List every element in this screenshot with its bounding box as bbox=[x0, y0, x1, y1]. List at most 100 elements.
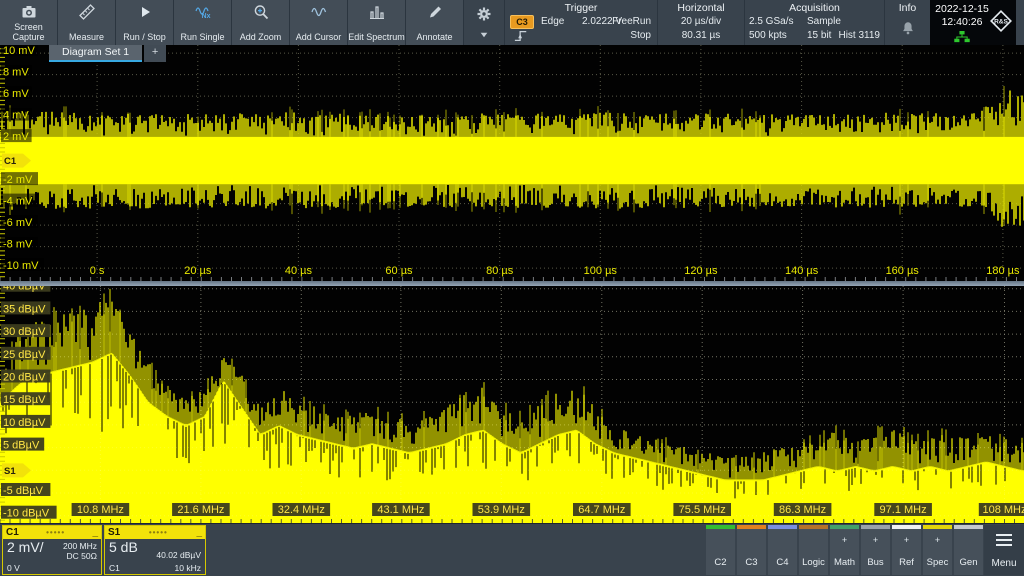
x-tick-label: 21.6 MHz bbox=[177, 504, 224, 516]
horizontal-scale: 20 µs/div bbox=[658, 16, 744, 27]
y-tick-label: 2 mV bbox=[3, 131, 29, 143]
y-tick-label: -8 mV bbox=[3, 239, 33, 251]
y-tick-label: 10 mV bbox=[3, 45, 35, 57]
acquisition-record-length: 500 kpts bbox=[749, 30, 787, 41]
waveform-marker-label: C1 bbox=[4, 156, 17, 167]
spectrum-source: C1 bbox=[109, 563, 120, 573]
channel-button-c2[interactable]: C2 bbox=[706, 525, 735, 575]
y-tick-label: -5 dBµV bbox=[3, 485, 44, 497]
ref-button[interactable]: +Ref bbox=[892, 525, 921, 575]
diagram-tab-bar: Diagram Set 1 + bbox=[49, 45, 166, 62]
y-tick-label: 8 mV bbox=[3, 67, 29, 79]
toolbar-button-edit-spectrum[interactable]: Edit Spectrum bbox=[348, 0, 406, 45]
minimize-button[interactable]: _ bbox=[196, 527, 202, 538]
logic-button[interactable]: Logic bbox=[799, 525, 828, 575]
y-tick-label: -4 mV bbox=[3, 196, 33, 208]
spectrum-scale: 5 dB bbox=[109, 539, 138, 555]
signal-badge-header: S1 ••••• _ bbox=[105, 526, 205, 539]
y-tick-label: -6 mV bbox=[3, 217, 33, 229]
signal-badge-body: 5 dB 40.02 dBµV C1 10 kHz bbox=[105, 539, 205, 574]
y-tick-label: 15 dBµV bbox=[3, 394, 46, 406]
magnifier-icon bbox=[252, 3, 270, 21]
toolbar-button-add-zoom[interactable]: Add Zoom bbox=[232, 0, 290, 45]
menu-button[interactable]: Menu bbox=[984, 525, 1024, 575]
gen-button[interactable]: Gen bbox=[954, 525, 983, 575]
time-domain-diagram[interactable]: 10 mV8 mV6 mV4 mV2 mV-2 mV-4 mV-6 mV-8 m… bbox=[0, 45, 1024, 281]
oscilloscope-screen: Screen Capture Measure Run / Stop Nx Run… bbox=[0, 0, 1024, 576]
spec-button[interactable]: +Spec bbox=[923, 525, 952, 575]
x-tick-label: 108 MHz bbox=[982, 504, 1024, 516]
x-tick-label: 64.7 MHz bbox=[578, 504, 625, 516]
acquisition-status-section[interactable]: Acquisition 2.5 GSa/s Sample 500 kpts 15… bbox=[744, 0, 884, 45]
bus-button[interactable]: +Bus bbox=[861, 525, 890, 575]
camera-icon bbox=[20, 3, 38, 21]
channel-color-stripe bbox=[737, 525, 766, 529]
x-tick-label: 140 µs bbox=[785, 265, 819, 277]
toolbar-button-measure[interactable]: Measure bbox=[58, 0, 116, 45]
time-domain-plot: 10 mV8 mV6 mV4 mV2 mV-2 mV-4 mV-6 mV-8 m… bbox=[0, 45, 1024, 281]
channel-color-stripe bbox=[954, 525, 983, 529]
toolbar-label: Add Zoom bbox=[240, 32, 282, 45]
toolbar-button-screen-capture[interactable]: Screen Capture bbox=[0, 0, 58, 45]
y-tick-label: 20 dBµV bbox=[3, 372, 46, 384]
horizontal-status-section[interactable]: Horizontal 20 µs/div 80.31 µs bbox=[657, 0, 744, 45]
x-tick-label: 160 µs bbox=[886, 265, 920, 277]
y-tick-label: -10 dBµV bbox=[3, 508, 50, 520]
channel-color-stripe bbox=[892, 525, 921, 529]
signal-badge-body: 2 mV/ 200 MHzDC 50Ω 0 V bbox=[3, 539, 101, 574]
trigger-source-badge: C3 bbox=[510, 15, 534, 29]
toolbar-button-annotate[interactable]: Annotate bbox=[406, 0, 464, 45]
plus-icon: + bbox=[923, 535, 952, 545]
spectrum-bars-icon bbox=[368, 3, 386, 21]
plus-icon: + bbox=[892, 535, 921, 545]
signal-badge-c1[interactable]: C1 ••••• _ 2 mV/ 200 MHzDC 50Ω 0 V bbox=[2, 525, 102, 575]
toolbar-label: Run / Stop bbox=[123, 32, 166, 45]
channel-color-stripe bbox=[861, 525, 890, 529]
nx-wave-icon: Nx bbox=[194, 3, 212, 21]
grip-icon: ••••• bbox=[19, 529, 93, 537]
channel-button-c4[interactable]: C4 bbox=[768, 525, 797, 575]
spectrum-rbw: 10 kHz bbox=[175, 563, 201, 573]
y-tick-label: 10 dBµV bbox=[3, 417, 46, 429]
acquisition-resolution: 15 bit bbox=[807, 30, 831, 41]
channel-color-stripe bbox=[768, 525, 797, 529]
toolbar-button-run-single[interactable]: Nx Run Single bbox=[174, 0, 232, 45]
add-tab-button[interactable]: + bbox=[144, 45, 166, 62]
toolbar-button-add-cursor[interactable]: Add Cursor bbox=[290, 0, 348, 45]
info-section[interactable]: Info bbox=[884, 0, 930, 45]
x-tick-label: 40 µs bbox=[285, 265, 313, 277]
bell-icon bbox=[900, 20, 916, 36]
time-display: 12:40:26 bbox=[930, 16, 994, 28]
x-tick-label: 97.1 MHz bbox=[880, 504, 927, 516]
settings-zone[interactable] bbox=[464, 0, 504, 45]
signal-badge-s1[interactable]: S1 ••••• _ 5 dB 40.02 dBµV C1 10 kHz bbox=[104, 525, 206, 575]
spectrum-diagram[interactable]: 40 dBµV35 dBµV30 dBµV25 dBµV20 dBµV15 dB… bbox=[0, 286, 1024, 523]
channel-button-c3[interactable]: C3 bbox=[737, 525, 766, 575]
acquisition-title: Acquisition bbox=[745, 2, 884, 14]
toolbar-label: Screen Capture bbox=[0, 22, 57, 45]
toolbar-label: Edit Spectrum bbox=[348, 32, 405, 45]
channel-bandwidth-coupling: 200 MHzDC 50Ω bbox=[63, 541, 97, 561]
minimize-button[interactable]: _ bbox=[92, 527, 98, 538]
toolbar-button-run-stop[interactable]: Run / Stop bbox=[116, 0, 174, 45]
plus-icon: + bbox=[830, 535, 859, 545]
channel-color-stripe bbox=[923, 525, 952, 529]
pencil-icon bbox=[426, 3, 444, 21]
x-tick-label: 20 µs bbox=[184, 265, 212, 277]
cursor-wave-icon bbox=[310, 3, 328, 21]
x-tick-label: 86.3 MHz bbox=[779, 504, 826, 516]
toolbar-label: Add Cursor bbox=[296, 32, 342, 45]
rs-logo: R&S bbox=[989, 9, 1013, 33]
spectrum-reference-level: 40.02 dBµV bbox=[156, 550, 201, 560]
plus-icon: + bbox=[861, 535, 890, 545]
trigger-status-section[interactable]: Trigger C3 Edge 2.0222 V FreeRun Stop bbox=[504, 0, 657, 45]
clock-zone[interactable]: 2022-12-15 12:40:26 R&S bbox=[930, 0, 1016, 45]
tab-diagram-set-1[interactable]: Diagram Set 1 bbox=[49, 45, 142, 62]
signal-bar: C1 ••••• _ 2 mV/ 200 MHzDC 50Ω 0 V S1 ••… bbox=[0, 523, 1024, 576]
acquisition-history: Hist 3119 bbox=[838, 30, 880, 41]
waveform-marker-label: S1 bbox=[4, 466, 16, 477]
acquisition-mode: Sample bbox=[807, 16, 841, 27]
math-button[interactable]: +Math bbox=[830, 525, 859, 575]
network-status-icon bbox=[954, 31, 970, 43]
svg-text:Nx: Nx bbox=[201, 13, 210, 20]
